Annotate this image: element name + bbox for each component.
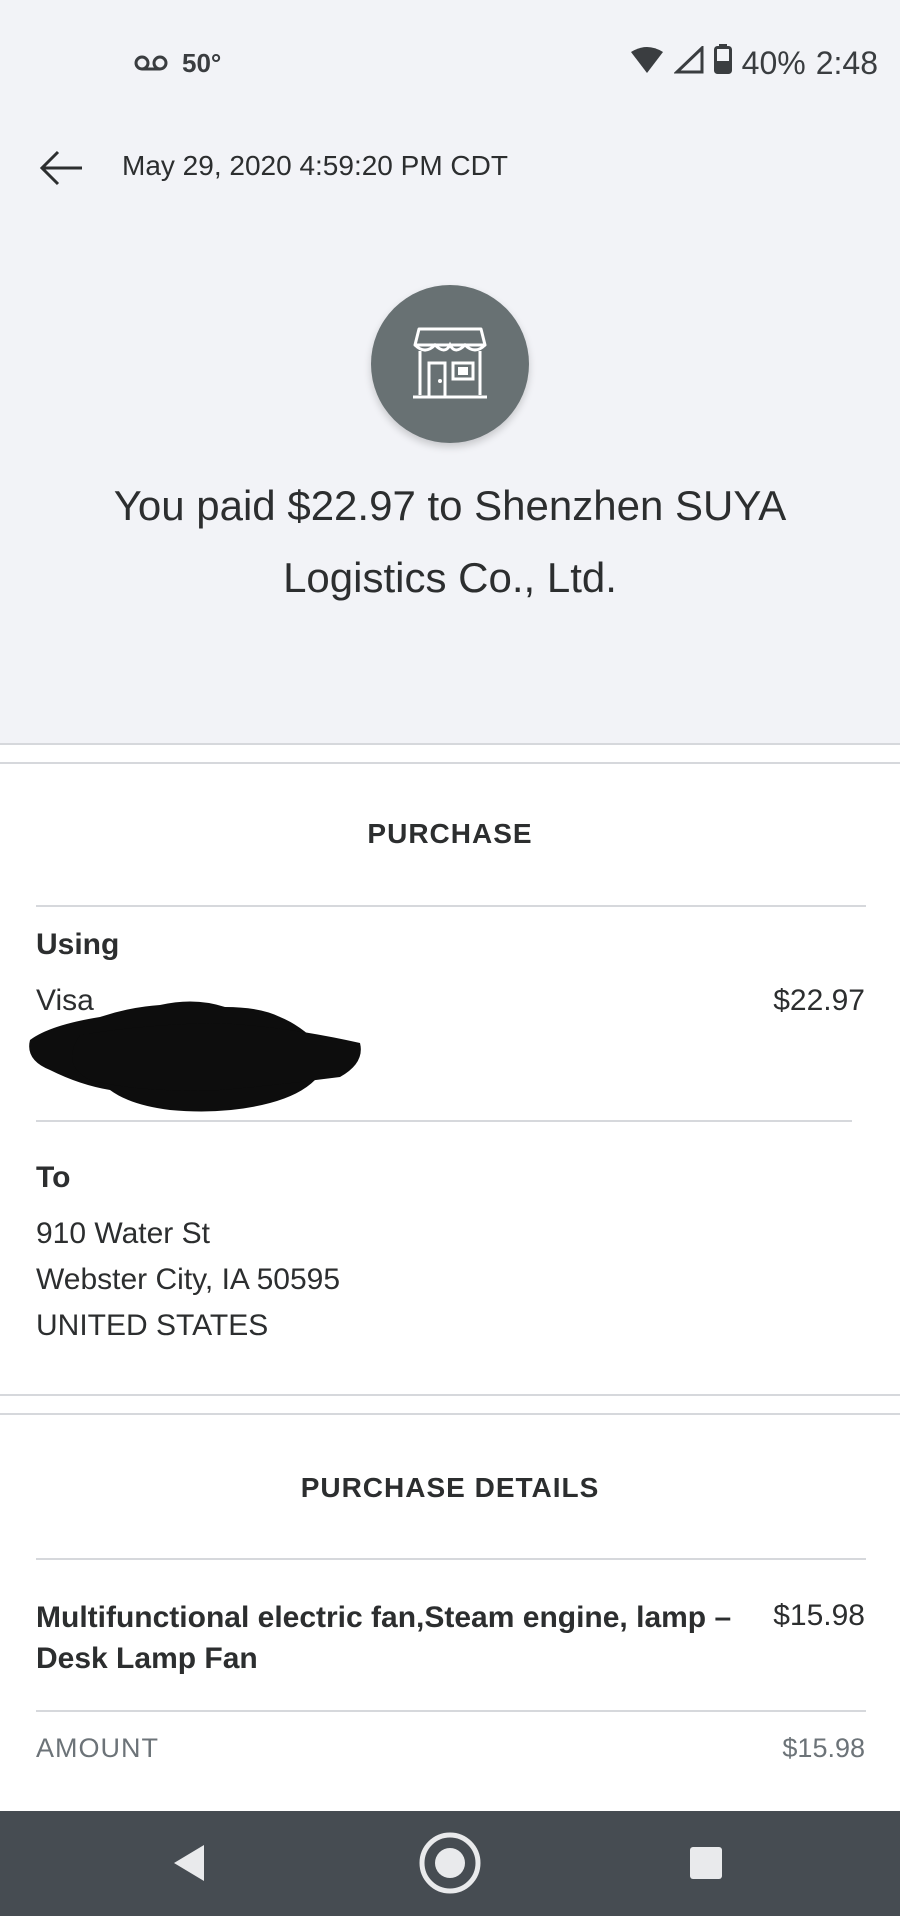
purchase-section-title: PURCHASE bbox=[367, 818, 533, 849]
transaction-datetime: May 29, 2020 4:59:20 PM CDT bbox=[122, 150, 508, 181]
home-circle-icon bbox=[419, 1832, 481, 1894]
app-header: May 29, 2020 4:59:20 PM CDT bbox=[0, 130, 900, 210]
nav-home-button[interactable] bbox=[418, 1831, 482, 1895]
amount-value: $15.98 bbox=[782, 1733, 865, 1763]
storefront-icon bbox=[413, 327, 487, 399]
back-triangle-icon bbox=[174, 1845, 204, 1881]
status-bar: 50° 40% 2:48 bbox=[0, 0, 900, 130]
temperature: 50° bbox=[182, 48, 222, 78]
redaction-scribble bbox=[29, 1001, 361, 1112]
voicemail-icon bbox=[134, 48, 168, 79]
purchase-details-title: PURCHASE DETAILS bbox=[300, 1472, 600, 1503]
divider bbox=[0, 1413, 900, 1415]
divider bbox=[0, 762, 900, 764]
payment-headline: You paid $22.97 to Shenzhen SUYA Logisti… bbox=[113, 482, 787, 601]
nav-back-button[interactable] bbox=[158, 1831, 222, 1895]
to-label: To bbox=[36, 1161, 71, 1194]
battery-icon bbox=[713, 44, 732, 82]
clock: 2:48 bbox=[815, 44, 878, 81]
address-line-2: Webster City, IA 50595 bbox=[36, 1263, 341, 1296]
cell-signal-icon bbox=[672, 43, 704, 82]
wifi-icon bbox=[630, 45, 664, 82]
item-price: $15.98 bbox=[773, 1599, 865, 1632]
divider bbox=[36, 1558, 866, 1560]
status-right: 40% 2:48 bbox=[630, 43, 878, 82]
using-label: Using bbox=[36, 928, 120, 961]
address-line-3: UNITED STATES bbox=[36, 1309, 269, 1342]
divider bbox=[0, 1394, 900, 1396]
back-button[interactable] bbox=[36, 142, 88, 194]
status-left: 50° bbox=[134, 48, 221, 79]
nav-recents-button[interactable] bbox=[674, 1831, 738, 1895]
item-name: Multifunctional electric fan,Steam engin… bbox=[36, 1601, 732, 1675]
battery-percent: 40% bbox=[741, 44, 806, 81]
merchant-avatar bbox=[371, 285, 529, 443]
amount-label: AMOUNT bbox=[36, 1733, 159, 1763]
divider bbox=[36, 1710, 866, 1712]
recents-square-icon bbox=[690, 1847, 722, 1879]
system-nav-bar bbox=[0, 1811, 900, 1916]
divider bbox=[36, 1120, 852, 1122]
payment-amount: $22.97 bbox=[773, 984, 865, 1017]
divider bbox=[36, 905, 866, 907]
address-line-1: 910 Water St bbox=[36, 1217, 210, 1250]
arrow-left-icon bbox=[39, 150, 82, 186]
